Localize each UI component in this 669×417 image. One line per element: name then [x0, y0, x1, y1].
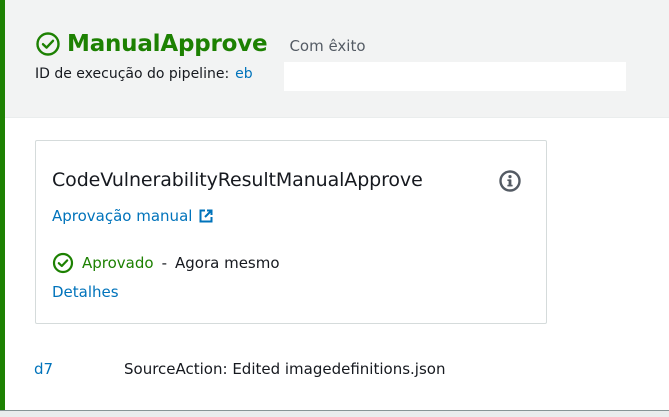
action-name: CodeVulnerabilityResultManualApprove — [52, 169, 423, 191]
action-provider-link[interactable]: Aprovação manual — [52, 207, 213, 225]
revision-id-link[interactable]: d7 — [34, 360, 124, 378]
external-link-icon — [199, 209, 213, 223]
check-circle-icon — [35, 31, 61, 57]
stage-status-text: Com êxito — [289, 37, 366, 55]
stage-header: ManualApprove Com êxito ID de execução d… — [5, 0, 669, 118]
info-icon[interactable] — [498, 169, 522, 193]
action-status-time: Agora mesmo — [175, 254, 280, 272]
redacted-area — [284, 62, 626, 91]
execution-id-link[interactable]: eb — [235, 66, 253, 82]
details-link[interactable]: Detalhes — [52, 283, 119, 301]
action-status-row: Aprovado - Agora mesmo — [52, 252, 280, 274]
stage-title-row: ManualApprove Com êxito — [35, 28, 366, 60]
check-circle-icon — [52, 252, 74, 274]
action-provider-label: Aprovação manual — [52, 207, 193, 225]
execution-id-label: ID de execução do pipeline: — [35, 66, 230, 82]
action-card: CodeVulnerabilityResultManualApprove Apr… — [35, 140, 547, 324]
execution-id-row: ID de execução do pipeline: eb — [35, 66, 253, 82]
revision-message: SourceAction: Edited imagedefinitions.js… — [124, 360, 446, 378]
action-status-text: Aprovado — [82, 254, 154, 272]
status-separator: - — [161, 254, 167, 272]
stage-name: ManualApprove — [67, 31, 268, 57]
revision-row: d7 SourceAction: Edited imagedefinitions… — [34, 360, 445, 378]
